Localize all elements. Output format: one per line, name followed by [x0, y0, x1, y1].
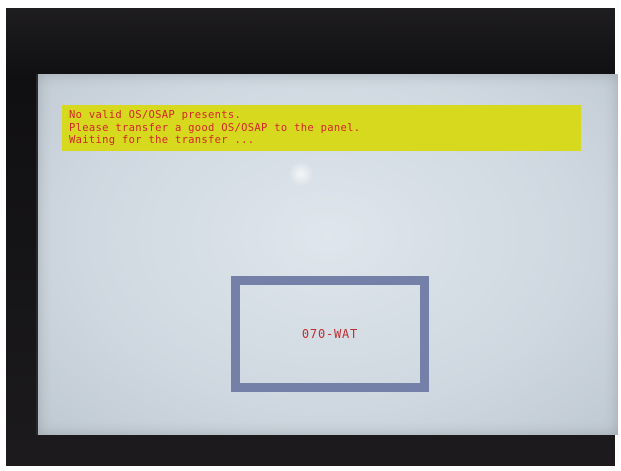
message-line-waiting: Waiting for the transfer ... [69, 134, 255, 146]
device-id-label: 070-WAT [301, 327, 359, 341]
device-id-box: 070-WAT [231, 276, 429, 392]
bezel-reflection [6, 8, 615, 78]
message-line-transfer-request: Please transfer a good OS/OSAP to the pa… [69, 121, 361, 134]
screen-glare [288, 162, 314, 186]
message-line-invalid-os: No valid OS/OSAP presents. [69, 109, 242, 121]
hmi-screen: No valid OS/OSAP presents. Please transf… [36, 74, 618, 435]
error-message-banner: No valid OS/OSAP presents. Please transf… [62, 105, 581, 151]
